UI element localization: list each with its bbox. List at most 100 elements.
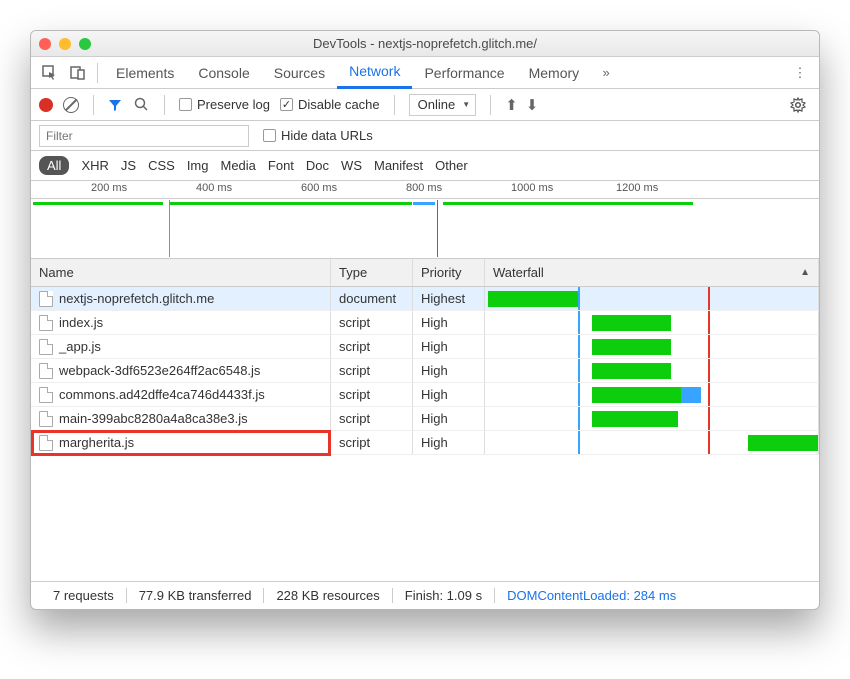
table-header: Name Type Priority Waterfall▲	[31, 259, 819, 287]
filter-doc[interactable]: Doc	[306, 158, 329, 173]
status-requests: 7 requests	[41, 588, 127, 603]
waterfall-cell	[485, 383, 819, 406]
network-toolbar: Preserve log Disable cache Online ⬆ ⬇	[31, 89, 819, 121]
filter-manifest[interactable]: Manifest	[374, 158, 423, 173]
request-priority: High	[413, 383, 485, 406]
request-name: main-399abc8280a4a8ca38e3.js	[59, 411, 248, 426]
tab-console[interactable]: Console	[186, 57, 261, 89]
filter-all[interactable]: All	[39, 156, 69, 175]
requests-table: Name Type Priority Waterfall▲ nextjs-nop…	[31, 259, 819, 581]
col-type[interactable]: Type	[331, 259, 413, 286]
clear-button[interactable]	[63, 97, 79, 113]
request-priority: High	[413, 431, 485, 454]
filter-other[interactable]: Other	[435, 158, 468, 173]
table-row[interactable]: commons.ad42dffe4ca746d4433f.jsscriptHig…	[31, 383, 819, 407]
tick: 400 ms	[196, 182, 232, 194]
status-finish: Finish: 1.09 s	[393, 588, 495, 603]
filter-ws[interactable]: WS	[341, 158, 362, 173]
waterfall-cell	[485, 407, 819, 430]
tab-elements[interactable]: Elements	[104, 57, 186, 89]
download-har-icon[interactable]: ⬇	[526, 96, 539, 114]
table-row[interactable]: margherita.jsscriptHigh	[31, 431, 819, 455]
window-title: DevTools - nextjs-noprefetch.glitch.me/	[31, 36, 819, 51]
request-priority: High	[413, 335, 485, 358]
table-row[interactable]: webpack-3df6523e264ff2ac6548.jsscriptHig…	[31, 359, 819, 383]
file-icon	[39, 315, 53, 331]
file-icon	[39, 339, 53, 355]
timing-bar	[592, 363, 672, 379]
timing-bar	[592, 339, 672, 355]
tab-memory[interactable]: Memory	[517, 57, 592, 89]
file-icon	[39, 363, 53, 379]
request-type: script	[331, 359, 413, 382]
tick: 1200 ms	[616, 182, 658, 194]
col-priority[interactable]: Priority	[413, 259, 485, 286]
file-icon	[39, 291, 53, 307]
panel-tabs: ElementsConsoleSourcesNetworkPerformance…	[31, 57, 819, 89]
upload-har-icon[interactable]: ⬆	[505, 96, 518, 114]
tab-performance[interactable]: Performance	[412, 57, 516, 89]
tab-network[interactable]: Network	[337, 57, 412, 89]
status-resources: 228 KB resources	[264, 588, 392, 603]
filter-bar: Hide data URLs	[31, 121, 819, 151]
record-button[interactable]	[39, 98, 53, 112]
request-priority: High	[413, 311, 485, 334]
status-bar: 7 requests 77.9 KB transferred 228 KB re…	[31, 581, 819, 609]
request-type: document	[331, 287, 413, 310]
file-icon	[39, 435, 53, 451]
settings-gear-icon[interactable]	[785, 92, 811, 118]
table-row[interactable]: main-399abc8280a4a8ca38e3.jsscriptHigh	[31, 407, 819, 431]
col-waterfall[interactable]: Waterfall▲	[485, 259, 819, 286]
tick: 1000 ms	[511, 182, 553, 194]
titlebar: DevTools - nextjs-noprefetch.glitch.me/	[31, 31, 819, 57]
waterfall-cell	[485, 359, 819, 382]
file-icon	[39, 387, 53, 403]
table-row[interactable]: nextjs-noprefetch.glitch.me documentHighe…	[31, 287, 819, 311]
table-row[interactable]: index.js scriptHigh	[31, 311, 819, 335]
status-dcl: DOMContentLoaded: 284 ms	[495, 588, 688, 603]
tick: 800 ms	[406, 182, 442, 194]
timing-bar	[488, 291, 578, 307]
file-icon	[39, 411, 53, 427]
request-type: script	[331, 311, 413, 334]
request-type: script	[331, 335, 413, 358]
request-name: _app.js	[59, 339, 101, 354]
filter-img[interactable]: Img	[187, 158, 209, 173]
more-tabs-icon[interactable]: »	[593, 60, 619, 86]
tick: 600 ms	[301, 182, 337, 194]
hide-data-urls-checkbox[interactable]: Hide data URLs	[263, 128, 373, 143]
waterfall-cell	[485, 287, 819, 310]
filter-media[interactable]: Media	[220, 158, 255, 173]
filter-js[interactable]: JS	[121, 158, 136, 173]
filter-input[interactable]	[39, 125, 249, 147]
status-transferred: 77.9 KB transferred	[127, 588, 265, 603]
waterfall-cell	[485, 335, 819, 358]
request-type: script	[331, 383, 413, 406]
timing-bar	[592, 411, 679, 427]
device-toggle-icon[interactable]	[65, 60, 91, 86]
filter-css[interactable]: CSS	[148, 158, 175, 173]
search-icon[interactable]	[132, 92, 150, 118]
waterfall-cell	[485, 431, 819, 454]
table-row[interactable]: _app.js scriptHigh	[31, 335, 819, 359]
preserve-log-checkbox[interactable]: Preserve log	[179, 97, 270, 112]
tick: 200 ms	[91, 182, 127, 194]
filter-toggle-icon[interactable]	[108, 98, 122, 112]
filter-xhr[interactable]: XHR	[81, 158, 108, 173]
timing-bar	[748, 435, 818, 451]
inspect-icon[interactable]	[37, 60, 63, 86]
waterfall-cell	[485, 311, 819, 334]
disable-cache-checkbox[interactable]: Disable cache	[280, 97, 380, 112]
request-name: nextjs-noprefetch.glitch.me	[59, 291, 214, 306]
filter-font[interactable]: Font	[268, 158, 294, 173]
request-priority: Highest	[413, 287, 485, 310]
col-name[interactable]: Name	[31, 259, 331, 286]
request-name: index.js	[59, 315, 103, 330]
throttling-select[interactable]: Online	[409, 94, 477, 116]
kebab-menu-icon[interactable]: ⋮	[787, 60, 813, 86]
request-name: margherita.js	[59, 435, 134, 450]
request-name: webpack-3df6523e264ff2ac6548.js	[59, 363, 260, 378]
timeline-overview[interactable]	[31, 199, 819, 259]
tab-sources[interactable]: Sources	[262, 57, 337, 89]
timeline-ruler: 200 ms 400 ms 600 ms 800 ms 1000 ms 1200 ms	[31, 181, 819, 199]
